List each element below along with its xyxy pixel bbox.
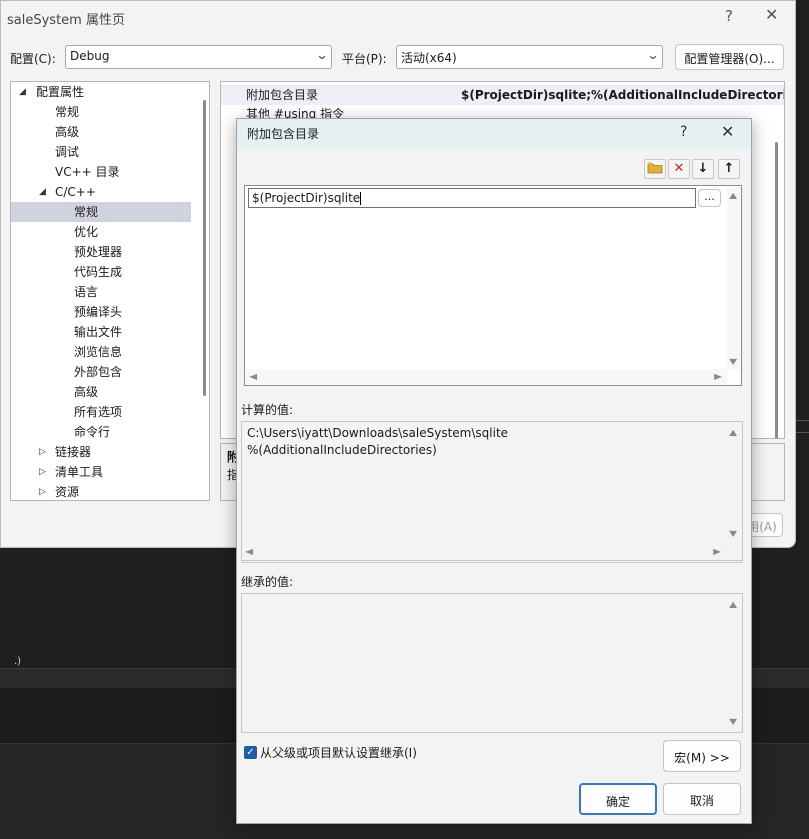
computed-values-box: C:\Users\iyatt\Downloads\saleSystem\sqli…	[241, 421, 743, 561]
platform-select[interactable]: 活动(x64) ⌄	[396, 45, 663, 69]
platform-value: 活动(x64)	[401, 51, 457, 65]
tree-item-cpp-general[interactable]: 常规	[11, 202, 191, 222]
tree-item-code-generation[interactable]: 代码生成	[11, 262, 191, 282]
platform-label: 平台(P):	[342, 52, 387, 66]
tree-item-output-files[interactable]: 输出文件	[11, 322, 191, 342]
help-button[interactable]: ?	[725, 7, 733, 25]
tree-item-cpp[interactable]: ◢ C/C++	[11, 182, 191, 202]
computed-value-line: %(AdditionalIncludeDirectories)	[247, 443, 437, 457]
tree-item-precompiled-headers[interactable]: 预编译头	[11, 302, 191, 322]
inherited-values-label: 继承的值:	[241, 575, 294, 589]
close-icon[interactable]: ✕	[765, 5, 778, 24]
config-manager-button[interactable]: 配置管理器(O)...	[675, 44, 784, 70]
computed-vertical-scrollbar[interactable]: ▲ ▼	[728, 422, 742, 542]
tree-item-external-includes[interactable]: 外部包含	[11, 362, 191, 382]
move-down-icon[interactable]: ↓	[692, 159, 714, 179]
tree-item-language[interactable]: 语言	[11, 282, 191, 302]
tree-item-linker[interactable]: ▷ 链接器	[11, 442, 191, 462]
move-up-icon[interactable]: ↑	[718, 159, 740, 179]
computed-values-label: 计算的值:	[241, 403, 294, 417]
inherited-values-box: ▲ ▼	[241, 593, 743, 733]
list-horizontal-scrollbar[interactable]: ◀ ▶	[246, 369, 727, 384]
ide-divider	[796, 432, 809, 433]
macros-button[interactable]: 宏(M) >>	[663, 740, 741, 772]
dialog-close-icon[interactable]: ✕	[721, 122, 734, 141]
property-name: 附加包含目录	[246, 88, 319, 102]
chevron-down-icon: ⌄	[315, 48, 329, 62]
collapsed-icon: ▷	[39, 487, 46, 497]
collapsed-icon: ▷	[39, 467, 46, 477]
tree-item-config-properties[interactable]: ◢ 配置属性	[11, 82, 191, 102]
computed-value-line: C:\Users\iyatt\Downloads\saleSystem\sqli…	[247, 426, 509, 440]
tree-item-general[interactable]: 常规	[11, 102, 191, 122]
new-line-icon[interactable]	[644, 159, 666, 179]
expanded-icon: ◢	[19, 87, 26, 97]
tree-item-manifest-tool[interactable]: ▷ 清单工具	[11, 462, 191, 482]
ide-text-fragment: .)	[14, 656, 22, 667]
tree-item-command-line[interactable]: 命令行	[11, 422, 191, 442]
include-directories-dialog: 附加包含目录 ? ✕ ✕ ↓ ↑ $(ProjectDir)sqlite ...…	[236, 118, 752, 824]
tree-item-browse-info[interactable]: 浏览信息	[11, 342, 191, 362]
tree-item-cpp-advanced[interactable]: 高级	[11, 382, 191, 402]
tree-item-all-options[interactable]: 所有选项	[11, 402, 191, 422]
window-title: saleSystem 属性页	[7, 13, 125, 28]
computed-horizontal-scrollbar[interactable]: ◀ ▶	[242, 544, 728, 559]
inherit-checkbox[interactable]: ✓	[244, 746, 257, 759]
dialog-title: 附加包含目录	[247, 127, 320, 141]
ok-button[interactable]: 确定	[579, 783, 657, 815]
config-select[interactable]: Debug ⌄	[65, 45, 332, 69]
property-value: $(ProjectDir)sqlite;%(AdditionalIncludeD…	[461, 88, 785, 102]
grid-scrollbar[interactable]	[775, 142, 778, 438]
category-tree: ◢ 配置属性 常规 高级 调试 VC++ 目录 ◢ C/C++ 常规 优化 预处…	[10, 81, 210, 501]
divider	[241, 562, 743, 563]
ide-divider	[796, 420, 809, 421]
config-label: 配置(C):	[10, 52, 56, 66]
chevron-down-icon: ⌄	[646, 48, 660, 62]
delete-icon[interactable]: ✕	[668, 159, 690, 179]
directory-edit-field[interactable]: $(ProjectDir)sqlite	[248, 188, 696, 208]
tree-item-resources[interactable]: ▷ 资源	[11, 482, 191, 500]
tree-item-advanced[interactable]: 高级	[11, 122, 191, 142]
config-value: Debug	[70, 49, 110, 63]
list-vertical-scrollbar[interactable]: ▲ ▼	[727, 187, 741, 370]
collapsed-icon: ▷	[39, 447, 46, 457]
inherit-checkbox-label: 从父级或项目默认设置继承(I)	[260, 746, 417, 760]
inherited-vertical-scrollbar[interactable]: ▲ ▼	[728, 594, 742, 732]
tree-item-vc-directories[interactable]: VC++ 目录	[11, 162, 191, 182]
tree-scrollbar[interactable]	[203, 100, 206, 396]
tree-item-optimization[interactable]: 优化	[11, 222, 191, 242]
cancel-button[interactable]: 取消	[663, 783, 741, 815]
dialog-help-button[interactable]: ?	[680, 124, 687, 140]
expanded-icon: ◢	[39, 187, 46, 197]
grid-row-additional-include-dirs[interactable]: 附加包含目录 $(ProjectDir)sqlite;%(AdditionalI…	[221, 85, 784, 105]
browse-button[interactable]: ...	[698, 189, 721, 207]
tree-item-preprocessor[interactable]: 预处理器	[11, 242, 191, 262]
directory-list: $(ProjectDir)sqlite ... ▲ ▼ ◀ ▶	[244, 185, 742, 386]
tree-item-debugging[interactable]: 调试	[11, 142, 191, 162]
